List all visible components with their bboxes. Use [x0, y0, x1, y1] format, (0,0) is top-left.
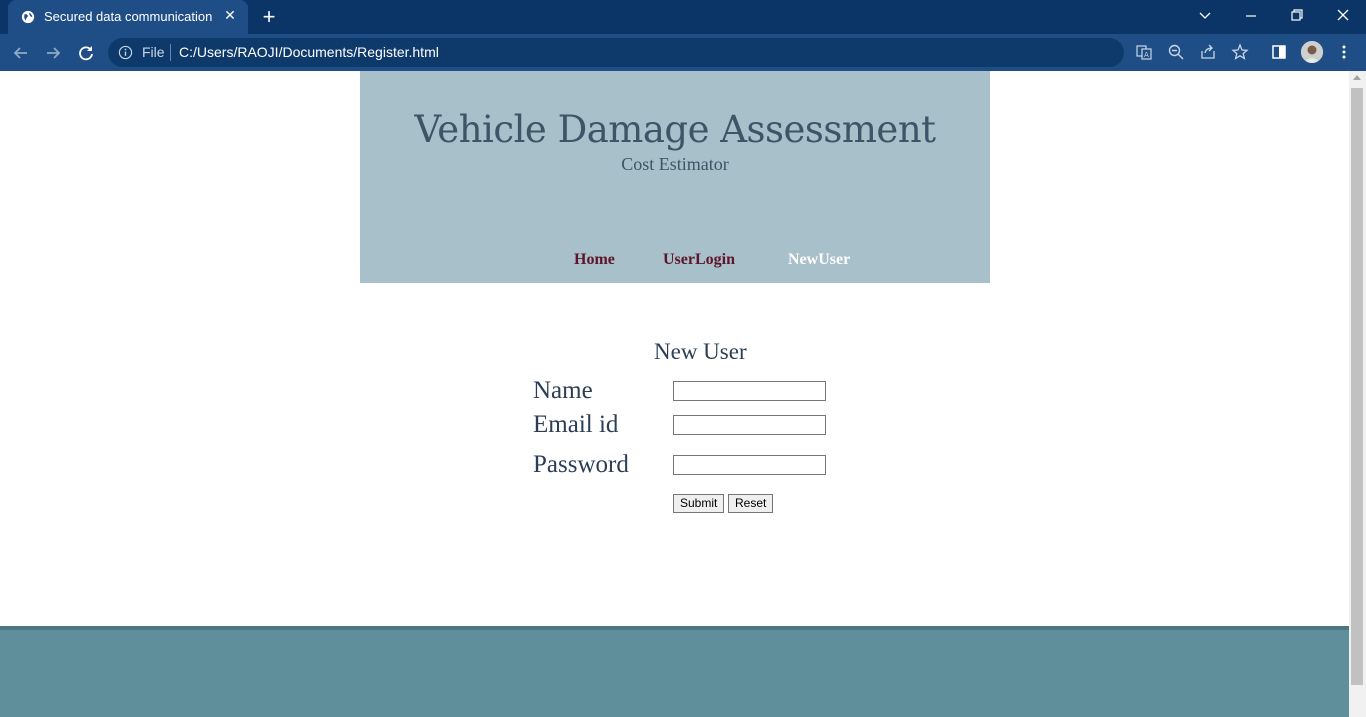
- browser-tab[interactable]: Secured data communication ✕: [8, 0, 248, 34]
- submit-button[interactable]: Submit: [673, 494, 725, 513]
- zoom-icon[interactable]: [1167, 43, 1185, 61]
- restore-icon[interactable]: [1282, 4, 1312, 26]
- close-tab-icon[interactable]: ✕: [222, 7, 238, 23]
- tab-search-icon[interactable]: [1190, 4, 1220, 26]
- url-divider: [170, 44, 171, 61]
- url-text[interactable]: C:/Users/RAOJI/Documents/Register.html: [179, 44, 439, 60]
- form-title: New User: [654, 339, 747, 364]
- url-scheme-label: File: [142, 44, 165, 60]
- minimize-icon[interactable]: [1236, 4, 1266, 26]
- globe-icon: [21, 10, 35, 24]
- site-header: Vehicle Damage Assessment Cost Estimator…: [360, 71, 990, 283]
- name-label: Name: [533, 377, 593, 404]
- browser-toolbar: File C:/Users/RAOJI/Documents/Register.h…: [0, 34, 1366, 71]
- name-field[interactable]: [673, 381, 826, 401]
- scroll-thumb[interactable]: [1351, 88, 1363, 685]
- menu-kebab-icon[interactable]: [1335, 43, 1353, 61]
- email-field[interactable]: [673, 415, 826, 435]
- page-footer: [0, 626, 1349, 717]
- site-title: Vehicle Damage Assessment: [414, 108, 936, 151]
- info-icon[interactable]: [118, 45, 133, 60]
- share-icon[interactable]: [1199, 43, 1217, 61]
- bookmark-star-icon[interactable]: [1231, 43, 1249, 61]
- tab-title: Secured data communication: [44, 9, 213, 24]
- scroll-up-arrow-icon[interactable]: [1353, 75, 1361, 80]
- page-viewport: Vehicle Damage Assessment Cost Estimator…: [0, 71, 1349, 717]
- new-tab-icon[interactable]: +: [258, 6, 280, 28]
- browser-tab-strip: Secured data communication ✕ +: [0, 0, 1366, 34]
- close-window-icon[interactable]: [1328, 4, 1358, 26]
- address-bar[interactable]: File C:/Users/RAOJI/Documents/Register.h…: [108, 38, 1124, 67]
- back-icon[interactable]: [10, 42, 32, 64]
- nav-link-userlogin[interactable]: UserLogin: [663, 251, 735, 269]
- vertical-scrollbar[interactable]: [1349, 71, 1366, 717]
- svg-text:A: A: [1144, 51, 1149, 59]
- password-label: Password: [533, 451, 629, 478]
- profile-picture-icon: [1301, 41, 1323, 63]
- email-label: Email id: [533, 411, 619, 438]
- side-panel-icon[interactable]: [1270, 43, 1288, 61]
- reload-icon[interactable]: [75, 42, 97, 64]
- password-field[interactable]: [673, 455, 826, 475]
- translate-icon[interactable]: A: [1135, 43, 1153, 61]
- site-subtitle: Cost Estimator: [621, 154, 729, 174]
- profile-avatar[interactable]: [1301, 41, 1323, 63]
- reset-button[interactable]: Reset: [728, 494, 774, 513]
- nav-link-home[interactable]: Home: [574, 251, 615, 269]
- forward-icon[interactable]: [42, 42, 64, 64]
- nav-link-newuser[interactable]: NewUser: [788, 251, 850, 269]
